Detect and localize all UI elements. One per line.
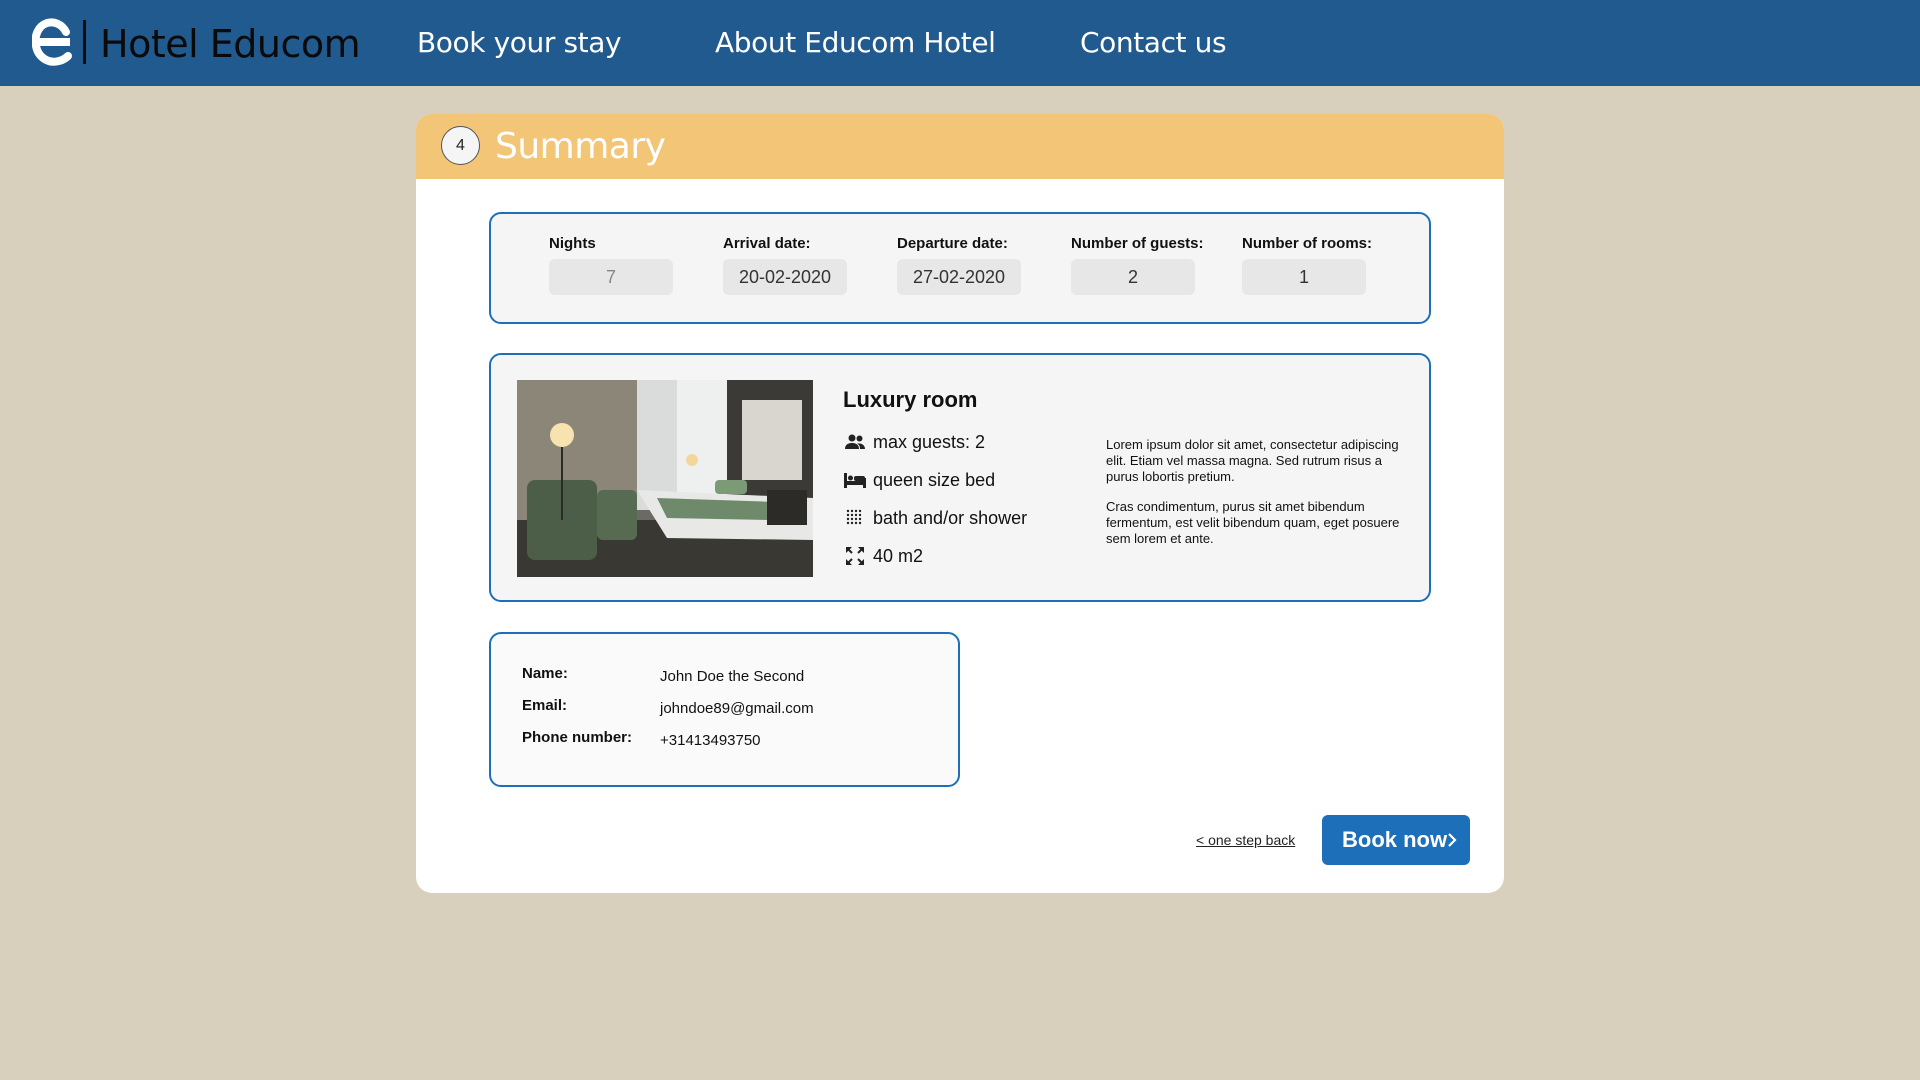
nights-field: Nights 7 (549, 234, 673, 295)
people-icon (845, 434, 865, 449)
educom-logo-icon[interactable] (32, 18, 72, 66)
nights-value: 7 (549, 259, 673, 295)
guests-label: Number of guests: (1071, 235, 1204, 252)
email-label: Email: (522, 697, 568, 714)
departure-date-value: 27-02-2020 (897, 259, 1021, 295)
rooms-field: Number of rooms: 1 (1242, 234, 1372, 295)
shower-icon (846, 509, 862, 525)
arrival-date-field: Arrival date: 20-02-2020 (723, 234, 847, 295)
contact-panel: Name: John Doe the Second Email: johndoe… (489, 632, 960, 787)
contact-row-email: Email: johndoe89@gmail.com (522, 697, 922, 721)
summary-card: 4 Summary Nights 7 Arrival date: 20-02-2… (416, 114, 1504, 893)
phone-label: Phone number: (522, 729, 633, 746)
nav-book-your-stay[interactable]: Book your stay (417, 22, 622, 64)
summary-header: 4 Summary (416, 114, 1504, 179)
book-now-button[interactable]: Book now (1322, 815, 1470, 865)
nav-about[interactable]: About Educom Hotel (715, 22, 996, 64)
email-value: johndoe89@gmail.com (660, 700, 814, 717)
phone-value: +31413493750 (660, 732, 761, 749)
feature-shower-text: bath and/or shower (873, 507, 1028, 528)
feature-bed-text: queen size bed (873, 469, 996, 490)
room-title: Luxury room (843, 387, 978, 412)
chevron-right-icon (1448, 833, 1457, 847)
feature-size: 40 m2 (843, 541, 923, 571)
brand-name[interactable]: Hotel Educom (100, 20, 361, 68)
departure-date-label: Departure date: (897, 235, 1008, 252)
step-number-badge: 4 (441, 126, 480, 165)
top-navigation-bar: Hotel Educom Book your stay About Educom… (0, 0, 1920, 86)
bed-icon (844, 473, 866, 488)
guests-value: 2 (1071, 259, 1195, 295)
rooms-value: 1 (1242, 259, 1366, 295)
contact-row-name: Name: John Doe the Second (522, 665, 922, 689)
contact-row-phone: Phone number: +31413493750 (522, 729, 922, 753)
departure-date-field: Departure date: 27-02-2020 (897, 234, 1021, 295)
expand-icon (846, 547, 864, 565)
guests-field: Number of guests: 2 (1071, 234, 1204, 295)
stay-details-panel: Nights 7 Arrival date: 20-02-2020 Depart… (489, 212, 1431, 324)
name-value: John Doe the Second (660, 668, 805, 685)
logo-divider (83, 20, 86, 64)
arrival-date-label: Arrival date: (723, 235, 811, 252)
book-now-label: Book now (1342, 827, 1448, 852)
one-step-back-link[interactable]: < one step back (1196, 832, 1295, 848)
nights-label: Nights (549, 235, 596, 252)
feature-size-text: 40 m2 (873, 545, 924, 566)
feature-max-guests: max guests: 2 (843, 427, 985, 457)
name-label: Name: (522, 665, 568, 682)
room-description-paragraph: Cras condimentum, purus sit amet bibendu… (1106, 499, 1400, 546)
summary-title: Summary (495, 126, 666, 167)
nav-contact[interactable]: Contact us (1080, 22, 1227, 64)
feature-max-guests-text: max guests: 2 (873, 431, 986, 452)
rooms-label: Number of rooms: (1242, 235, 1373, 252)
room-panel: Luxury room max guests: 2 queen size bed (489, 353, 1431, 602)
room-photo (517, 380, 813, 577)
room-description: Lorem ipsum dolor sit amet, consectetur … (1106, 437, 1406, 561)
feature-bed: queen size bed (843, 465, 995, 495)
arrival-date-value: 20-02-2020 (723, 259, 847, 295)
room-description-paragraph: Lorem ipsum dolor sit amet, consectetur … (1106, 437, 1399, 484)
feature-shower: bath and/or shower (843, 503, 1027, 533)
